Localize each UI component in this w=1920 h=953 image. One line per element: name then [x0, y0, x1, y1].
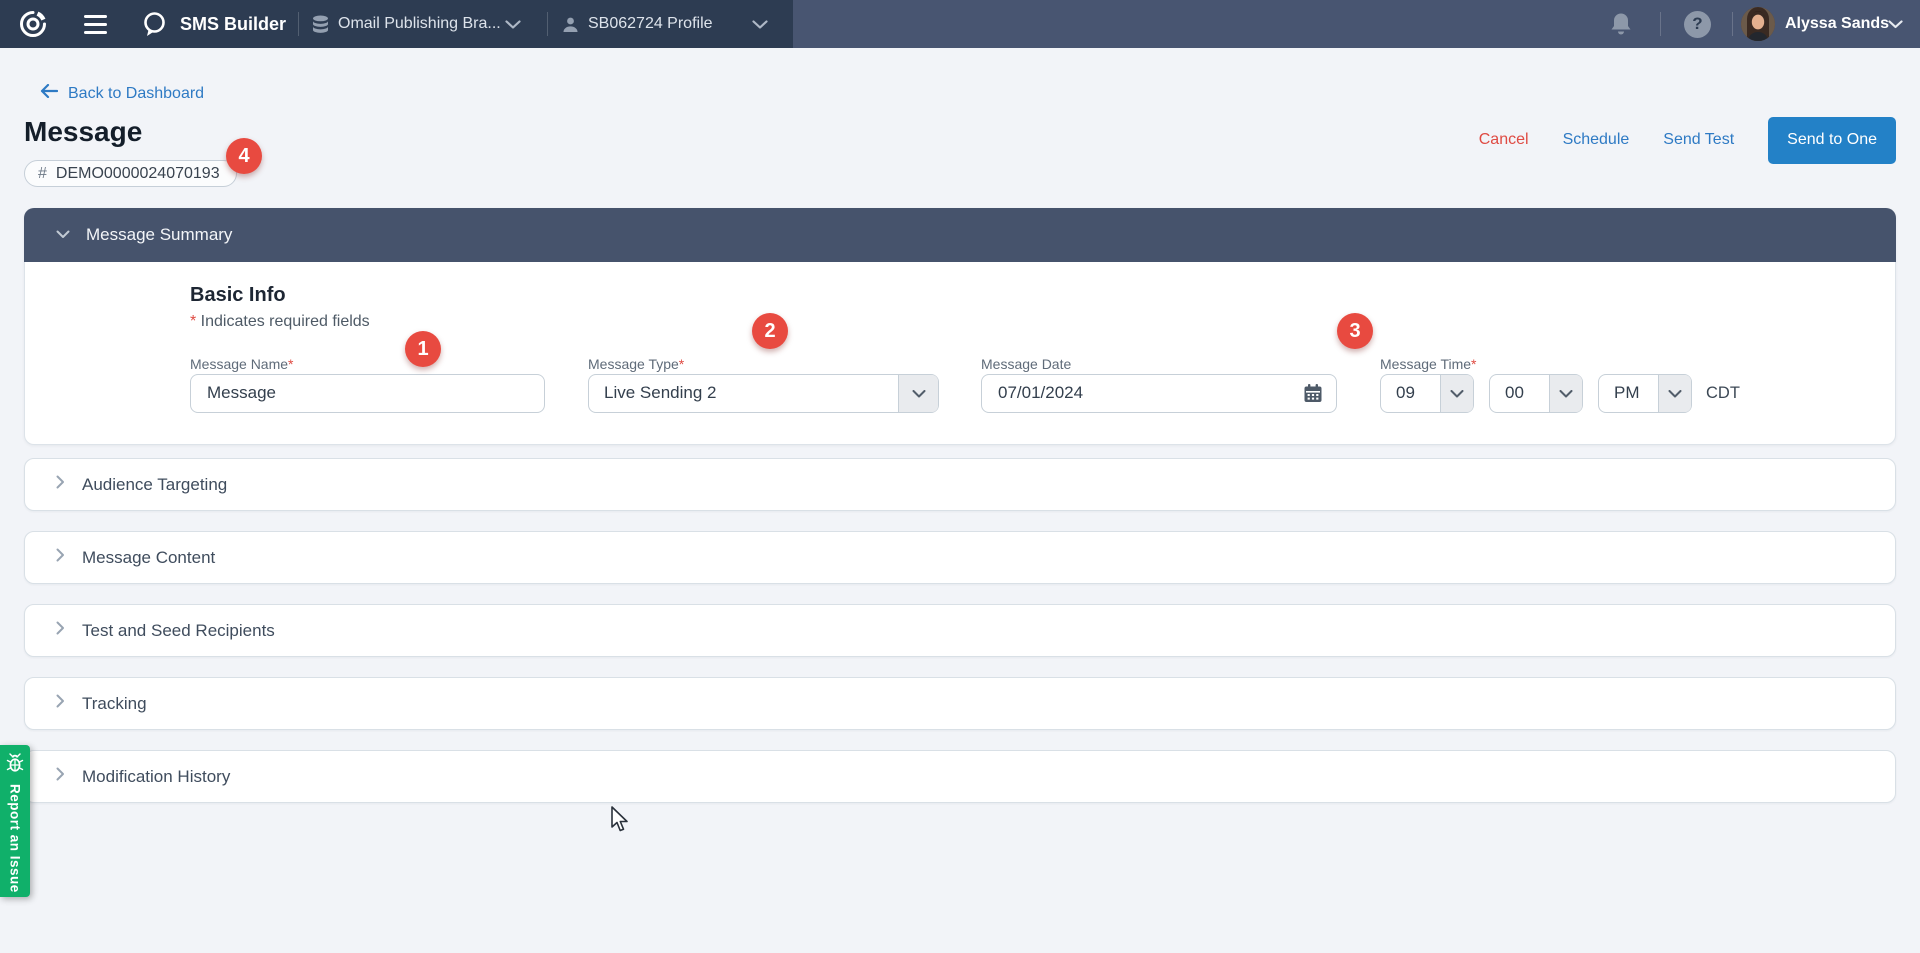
annotation-badge-3: 3	[1337, 313, 1373, 349]
chat-bubble-icon	[140, 0, 168, 48]
send-test-button[interactable]: Send Test	[1663, 131, 1734, 149]
message-name-label: Message Name*	[190, 356, 294, 372]
meridiem-value: PM	[1599, 375, 1658, 412]
top-navigation-bar: SMS Builder Omail Publishing Bra... SB06…	[0, 0, 1920, 48]
section-label: Audience Targeting	[82, 475, 227, 495]
section-label: Message Content	[82, 548, 215, 568]
notifications-bell-icon[interactable]	[1610, 0, 1632, 48]
message-time-label: Message Time*	[1380, 356, 1477, 372]
section-label: Modification History	[82, 767, 230, 787]
chevron-right-icon	[56, 621, 65, 640]
topbar-divider	[1660, 12, 1661, 36]
report-issue-label: Report an Issue	[8, 784, 23, 893]
hour-select[interactable]: 09	[1380, 374, 1474, 413]
section-audience-targeting[interactable]: Audience Targeting	[24, 458, 1896, 511]
app-title: SMS Builder	[180, 0, 286, 48]
help-icon[interactable]: ?	[1684, 0, 1711, 48]
user-avatar[interactable]	[1741, 0, 1775, 48]
message-date-input[interactable]: 07/01/2024	[981, 374, 1337, 413]
message-id-value: DEMO0000024070193	[56, 165, 220, 183]
chevron-down-icon	[1549, 375, 1582, 412]
annotation-badge-4: 4	[226, 138, 262, 174]
chevron-down-icon	[56, 226, 70, 244]
schedule-button[interactable]: Schedule	[1563, 131, 1630, 149]
back-link-label: Back to Dashboard	[68, 85, 204, 103]
chevron-down-icon	[1658, 375, 1691, 412]
header-actions: Cancel Schedule Send Test Send to One	[1479, 116, 1896, 164]
profile-person-icon	[562, 0, 579, 48]
cancel-button[interactable]: Cancel	[1479, 131, 1529, 149]
arrow-left-icon	[40, 84, 58, 103]
summary-section-title: Message Summary	[86, 225, 232, 245]
omeda-logo-icon[interactable]	[18, 0, 48, 48]
chevron-right-icon	[56, 548, 65, 567]
chevron-down-icon	[898, 375, 938, 412]
annotation-badge-1: 1	[405, 331, 441, 367]
profile-dropdown[interactable]: SB062724 Profile	[588, 0, 713, 48]
message-id-chip: # DEMO0000024070193	[24, 160, 237, 187]
required-note-text: Indicates required fields	[196, 313, 369, 330]
chevron-right-icon	[56, 767, 65, 786]
message-type-select[interactable]: Live Sending 2	[588, 374, 939, 413]
chevron-right-icon	[56, 475, 65, 494]
hamburger-menu-icon[interactable]	[84, 0, 107, 48]
section-label: Test and Seed Recipients	[82, 621, 275, 641]
minute-select[interactable]: 00	[1489, 374, 1583, 413]
section-tracking[interactable]: Tracking	[24, 677, 1896, 730]
user-name: Alyssa Sands	[1785, 0, 1889, 48]
topbar-divider	[547, 12, 548, 36]
chevron-down-icon	[1440, 375, 1473, 412]
meridiem-select[interactable]: PM	[1598, 374, 1692, 413]
chevron-down-icon[interactable]	[752, 0, 768, 48]
page-title: Message	[24, 116, 142, 148]
chevron-right-icon	[56, 694, 65, 713]
message-date-label: Message Date	[981, 356, 1071, 372]
annotation-badge-2: 2	[752, 313, 788, 349]
minute-value: 00	[1490, 375, 1549, 412]
user-menu-chevron-icon[interactable]	[1888, 0, 1903, 48]
topbar-divider	[298, 12, 299, 36]
timezone-label: CDT	[1706, 374, 1740, 413]
message-name-input[interactable]: Message	[190, 374, 545, 413]
section-modification-history[interactable]: Modification History	[24, 750, 1896, 803]
hash-icon: #	[38, 165, 47, 183]
database-dropdown[interactable]: Omail Publishing Bra...	[338, 0, 501, 48]
report-an-issue-tab[interactable]: Report an Issue	[0, 745, 30, 897]
calendar-icon[interactable]	[1302, 382, 1324, 404]
back-to-dashboard-link[interactable]: Back to Dashboard	[40, 84, 204, 103]
database-icon	[312, 0, 329, 48]
help-glyph: ?	[1692, 14, 1702, 34]
topbar-divider	[1732, 12, 1733, 36]
basic-info-heading: Basic Info	[190, 284, 286, 307]
section-label: Tracking	[82, 694, 147, 714]
message-type-value: Live Sending 2	[589, 375, 898, 412]
message-summary-header[interactable]: Message Summary	[24, 208, 1896, 262]
bug-icon	[6, 753, 24, 778]
hour-value: 09	[1381, 375, 1440, 412]
send-to-one-button[interactable]: Send to One	[1768, 117, 1896, 164]
message-type-label: Message Type*	[588, 356, 684, 372]
mouse-cursor	[608, 806, 632, 839]
section-test-seed-recipients[interactable]: Test and Seed Recipients	[24, 604, 1896, 657]
chevron-down-icon[interactable]	[505, 0, 521, 48]
required-fields-note: * Indicates required fields	[190, 313, 370, 331]
section-message-content[interactable]: Message Content	[24, 531, 1896, 584]
